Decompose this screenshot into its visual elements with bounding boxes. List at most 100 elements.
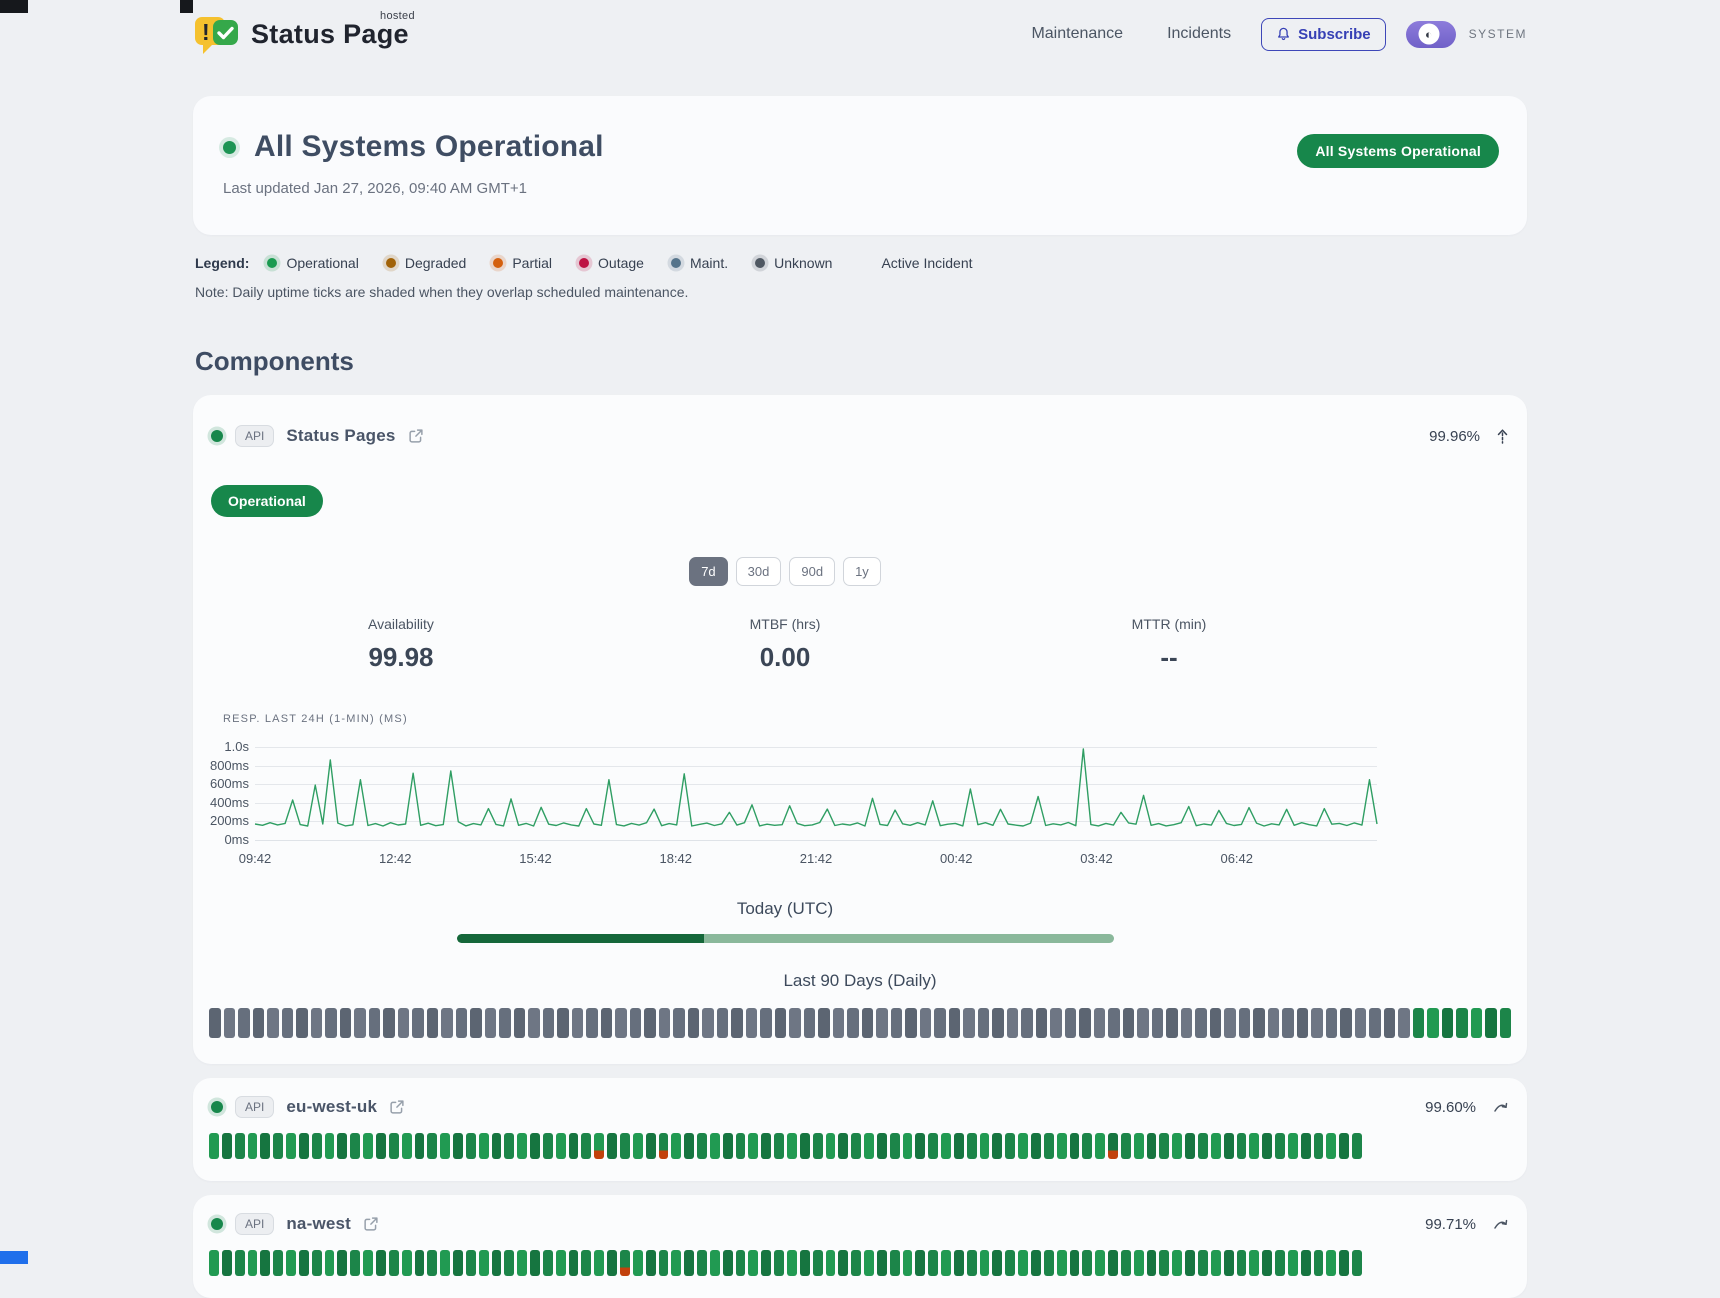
expand-component-button[interactable] bbox=[1492, 1101, 1509, 1113]
uptime-day-tick bbox=[954, 1250, 964, 1276]
uptime-day-tick bbox=[789, 1008, 801, 1038]
uptime-day-tick bbox=[350, 1250, 360, 1276]
uptime-day-tick bbox=[1036, 1008, 1048, 1038]
today-label: Today (UTC) bbox=[209, 899, 1361, 919]
uptime-day-tick bbox=[1340, 1008, 1352, 1038]
chart-ytick: 400ms bbox=[207, 795, 249, 810]
uptime-day-tick bbox=[954, 1133, 964, 1159]
uptime-day-tick bbox=[253, 1008, 265, 1038]
subscribe-button[interactable]: Subscribe bbox=[1261, 18, 1386, 51]
uptime-day-tick bbox=[337, 1250, 347, 1276]
uptime-day-tick bbox=[299, 1133, 309, 1159]
uptime-day-tick bbox=[1355, 1008, 1367, 1038]
response-time-line bbox=[255, 747, 1377, 843]
external-link-icon[interactable] bbox=[363, 1216, 379, 1232]
collapse-component-button[interactable] bbox=[1496, 428, 1509, 445]
chart-ytick: 0ms bbox=[207, 832, 249, 847]
uptime-day-tick bbox=[702, 1008, 714, 1038]
component-status-dot bbox=[211, 1218, 223, 1230]
uptime-day-tick bbox=[389, 1133, 399, 1159]
uptime-day-tick bbox=[1211, 1250, 1221, 1276]
uptime-day-tick bbox=[833, 1008, 845, 1038]
uptime-day-tick bbox=[1147, 1250, 1157, 1276]
range-90d-button[interactable]: 90d bbox=[789, 557, 835, 586]
legend-item-label: Operational bbox=[286, 255, 358, 271]
theme-toggle[interactable]: ◐ bbox=[1406, 21, 1456, 48]
uptime-day-tick bbox=[633, 1250, 643, 1276]
uptime-day-tick bbox=[453, 1133, 463, 1159]
uptime-day-tick bbox=[340, 1008, 352, 1038]
uptime-day-tick bbox=[862, 1008, 874, 1038]
expand-component-button[interactable] bbox=[1492, 1218, 1509, 1230]
components-section-title: Components bbox=[193, 346, 1527, 377]
degraded-status-dot bbox=[386, 258, 396, 268]
uptime-day-tick bbox=[517, 1250, 527, 1276]
uptime-day-tick bbox=[556, 1250, 566, 1276]
uptime-day-tick bbox=[877, 1250, 887, 1276]
uptime-day-tick bbox=[1224, 1133, 1234, 1159]
uptime-day-tick bbox=[1249, 1133, 1259, 1159]
uptime-day-tick bbox=[466, 1250, 476, 1276]
chart-ytick: 200ms bbox=[207, 813, 249, 828]
range-30d-button[interactable]: 30d bbox=[736, 557, 782, 586]
uptime-day-tick bbox=[826, 1133, 836, 1159]
uptime-day-tick bbox=[659, 1250, 669, 1276]
stat-value: 0.00 bbox=[593, 642, 977, 673]
uptime-day-tick bbox=[934, 1008, 946, 1038]
chart-xtick: 00:42 bbox=[940, 851, 973, 866]
uptime-day-tick bbox=[646, 1250, 656, 1276]
uptime-day-tick bbox=[818, 1008, 830, 1038]
uptime-day-tick bbox=[1288, 1250, 1298, 1276]
uptime-day-tick bbox=[286, 1133, 296, 1159]
logo[interactable]: ! Status Page hosted bbox=[193, 13, 409, 55]
uptime-day-tick bbox=[1211, 1133, 1221, 1159]
uptime-day-tick bbox=[980, 1133, 990, 1159]
uptime-day-tick bbox=[517, 1133, 527, 1159]
uptime-day-tick bbox=[723, 1250, 733, 1276]
legend-item-label: Maint. bbox=[690, 255, 728, 271]
component-type-badge: API bbox=[235, 1213, 274, 1235]
uptime-day-tick bbox=[671, 1133, 681, 1159]
uptime-day-tick bbox=[1282, 1008, 1294, 1038]
component-uptime-percent: 99.60% bbox=[1425, 1099, 1476, 1116]
chart-xtick: 06:42 bbox=[1220, 851, 1253, 866]
today-progress-fill bbox=[457, 934, 704, 943]
stat-mtbf-hrs-: MTBF (hrs)0.00 bbox=[593, 616, 977, 673]
uptime-day-tick bbox=[847, 1008, 859, 1038]
external-link-icon[interactable] bbox=[408, 428, 424, 444]
uptime-ticks-90d bbox=[209, 1008, 1511, 1038]
uptime-day-tick bbox=[1108, 1250, 1118, 1276]
uptime-day-tick bbox=[891, 1008, 903, 1038]
arrow-up-dashed-icon bbox=[1496, 428, 1509, 445]
external-link-icon[interactable] bbox=[389, 1099, 405, 1115]
uptime-day-tick bbox=[890, 1250, 900, 1276]
nav-maintenance[interactable]: Maintenance bbox=[1031, 25, 1123, 43]
uptime-day-tick bbox=[633, 1133, 643, 1159]
range-7d-button[interactable]: 7d bbox=[689, 557, 727, 586]
component-header: API Status Pages 99.96% bbox=[209, 425, 1511, 447]
legend-item-label: Degraded bbox=[405, 255, 467, 271]
uptime-day-tick bbox=[980, 1250, 990, 1276]
uptime-day-tick bbox=[1442, 1008, 1454, 1038]
uptime-day-tick bbox=[594, 1250, 604, 1276]
uptime-day-tick bbox=[1198, 1250, 1208, 1276]
component-uptime-percent: 99.71% bbox=[1425, 1216, 1476, 1233]
uptime-day-tick bbox=[1021, 1008, 1033, 1038]
uptime-day-tick bbox=[556, 1133, 566, 1159]
nav-incidents[interactable]: Incidents bbox=[1167, 25, 1231, 43]
screen-artifact-top-left bbox=[0, 0, 28, 13]
uptime-day-tick bbox=[376, 1250, 386, 1276]
uptime-day-tick bbox=[1070, 1250, 1080, 1276]
uptime-day-tick bbox=[1031, 1133, 1041, 1159]
uptime-day-tick bbox=[222, 1133, 232, 1159]
uptime-day-tick bbox=[1018, 1250, 1028, 1276]
stat-value: 99.98 bbox=[209, 642, 593, 673]
uptime-day-tick bbox=[1314, 1133, 1324, 1159]
range-1y-button[interactable]: 1y bbox=[843, 557, 881, 586]
uptime-day-tick bbox=[746, 1008, 758, 1038]
uptime-day-tick bbox=[363, 1250, 373, 1276]
uptime-day-tick bbox=[1288, 1133, 1298, 1159]
uptime-day-tick bbox=[736, 1250, 746, 1276]
uptime-day-tick bbox=[504, 1250, 514, 1276]
legend-note: Note: Daily uptime ticks are shaded when… bbox=[193, 284, 1527, 300]
